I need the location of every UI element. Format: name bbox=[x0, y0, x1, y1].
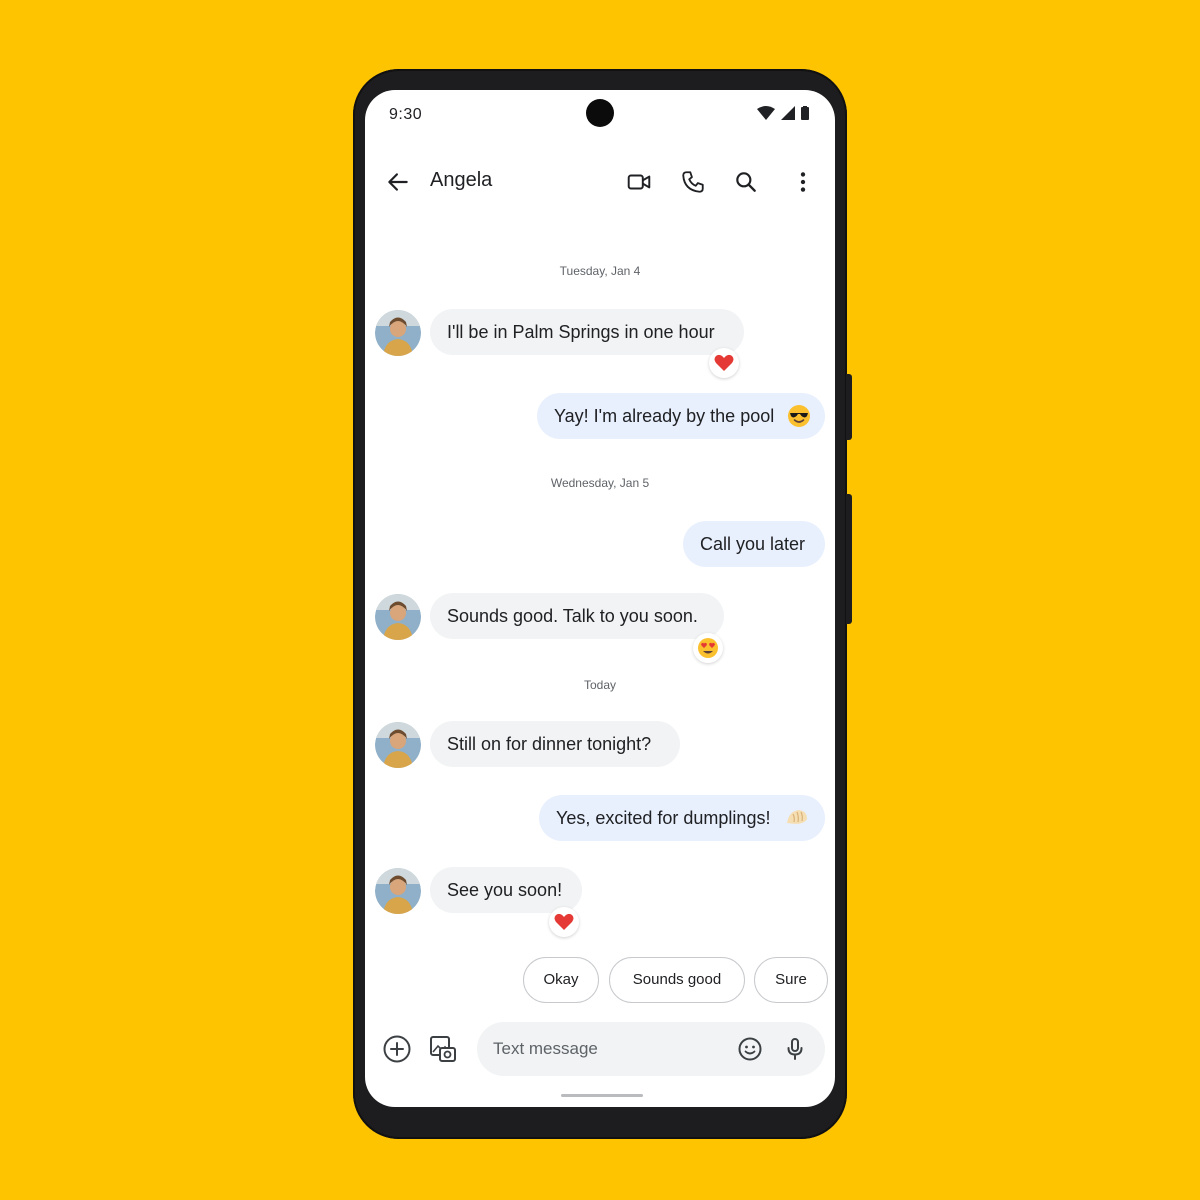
status-icons bbox=[757, 106, 809, 120]
message-bubble-incoming[interactable]: Sounds good. Talk to you soon. bbox=[430, 593, 724, 639]
contact-avatar[interactable] bbox=[375, 594, 421, 640]
message-text: Still on for dinner tonight? bbox=[447, 734, 652, 754]
message-text: Yay! I'm already by the pool bbox=[554, 406, 775, 426]
message-text: Call you later bbox=[700, 534, 806, 554]
microphone-icon[interactable] bbox=[782, 1036, 808, 1062]
contact-avatar[interactable] bbox=[375, 868, 421, 914]
power-button bbox=[846, 494, 852, 624]
conversation-app-bar: Angela bbox=[365, 156, 835, 208]
message-bubble-outgoing[interactable]: Yay! I'm already by the pool bbox=[537, 393, 825, 439]
message-text: Yes, excited for dumplings! bbox=[556, 808, 771, 828]
cellular-signal-icon bbox=[781, 106, 795, 120]
red-heart-icon bbox=[714, 354, 734, 371]
reaction-badge[interactable] bbox=[693, 633, 723, 663]
red-heart-icon bbox=[554, 913, 574, 930]
status-time: 9:30 bbox=[389, 106, 423, 123]
more-vert-icon[interactable] bbox=[790, 169, 816, 195]
messages-screen: 9:30 Angela Tuesday, Jan 4 I'll be in Pa… bbox=[365, 90, 835, 1107]
battery-icon bbox=[801, 106, 809, 120]
gesture-nav-handle[interactable] bbox=[561, 1094, 643, 1097]
reaction-badge[interactable] bbox=[709, 348, 739, 378]
date-separator: Today bbox=[583, 678, 617, 692]
contact-avatar[interactable] bbox=[375, 722, 421, 768]
wifi-icon bbox=[757, 106, 775, 120]
message-bubble-incoming[interactable]: See you soon! bbox=[430, 867, 582, 913]
text-message-input[interactable] bbox=[493, 1022, 713, 1076]
emoji-icon[interactable] bbox=[737, 1036, 763, 1062]
add-circle-icon[interactable] bbox=[382, 1034, 412, 1064]
dumpling-icon bbox=[787, 810, 807, 824]
smiling-face-with-sunglasses-icon bbox=[788, 405, 810, 427]
back-arrow-icon[interactable] bbox=[385, 169, 411, 195]
message-bubble-incoming[interactable]: I'll be in Palm Springs in one hour bbox=[430, 309, 744, 355]
contact-avatar[interactable] bbox=[375, 310, 421, 356]
reaction-badge[interactable] bbox=[549, 907, 579, 937]
message-bubble-outgoing[interactable]: Call you later bbox=[683, 521, 825, 567]
date-separator: Tuesday, Jan 4 bbox=[559, 264, 641, 278]
message-bubble-outgoing[interactable]: Yes, excited for dumplings! bbox=[539, 795, 825, 841]
date-separator: Wednesday, Jan 5 bbox=[550, 476, 650, 490]
message-text: Sounds good. Talk to you soon. bbox=[447, 606, 698, 626]
volume-button bbox=[846, 374, 852, 440]
suggestion-chip-sounds-good[interactable]: Sounds good bbox=[609, 957, 745, 1003]
message-bubble-incoming[interactable]: Still on for dinner tonight? bbox=[430, 721, 680, 767]
suggestion-chip-sure[interactable]: Sure bbox=[754, 957, 828, 1003]
gallery-icon[interactable] bbox=[428, 1034, 458, 1064]
suggestion-chip-okay[interactable]: Okay bbox=[523, 957, 599, 1003]
front-camera bbox=[586, 99, 614, 127]
video-call-icon[interactable] bbox=[626, 169, 652, 195]
heart-eyes-icon bbox=[698, 638, 718, 658]
contact-name[interactable]: Angela bbox=[430, 169, 492, 192]
message-compose-field[interactable] bbox=[477, 1022, 825, 1076]
message-text: I'll be in Palm Springs in one hour bbox=[447, 322, 715, 342]
phone-frame: 9:30 Angela Tuesday, Jan 4 I'll be in Pa… bbox=[353, 69, 852, 1139]
message-text: See you soon! bbox=[447, 880, 563, 900]
search-icon[interactable] bbox=[733, 169, 759, 195]
phone-icon[interactable] bbox=[680, 169, 706, 195]
